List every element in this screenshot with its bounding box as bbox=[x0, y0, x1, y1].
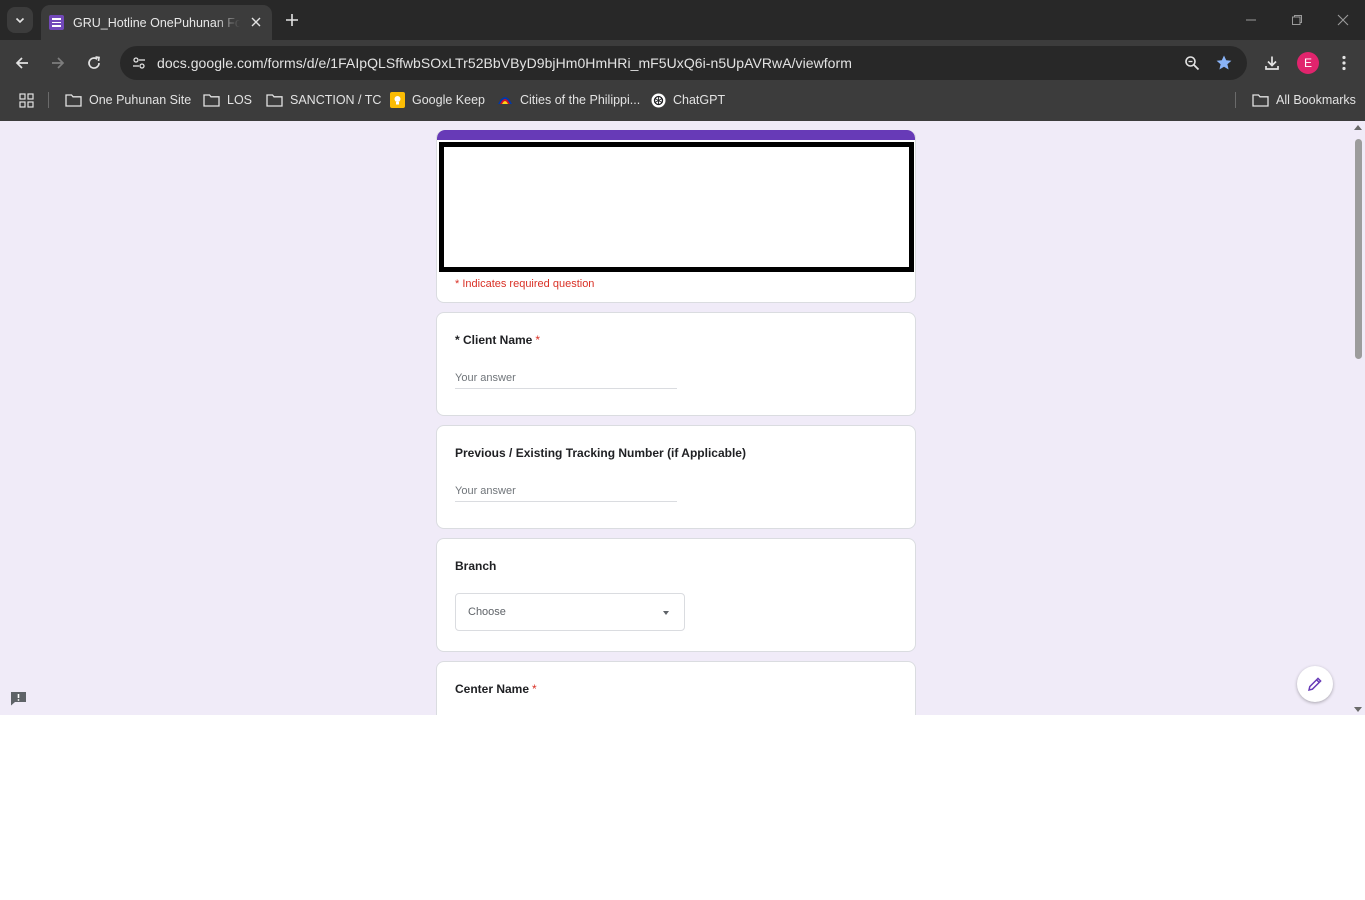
client-name-input[interactable]: Your answer bbox=[455, 369, 677, 389]
site-info-button[interactable] bbox=[128, 52, 150, 74]
url-text[interactable]: docs.google.com/forms/d/e/1FAIpQLSffwbSO… bbox=[157, 55, 852, 71]
page-scrollbar[interactable] bbox=[1351, 121, 1365, 715]
restore-icon bbox=[1292, 15, 1302, 25]
question-title-text: Branch bbox=[455, 559, 497, 573]
minimize-icon bbox=[1246, 19, 1256, 21]
tab-active[interactable]: GRU_Hotline OnePuhunan Form bbox=[41, 5, 272, 40]
tune-icon bbox=[133, 57, 145, 69]
close-icon[interactable] bbox=[249, 15, 263, 29]
philippines-flag-icon bbox=[497, 94, 513, 106]
browser-chrome: GRU_Hotline OnePuhunan Form docs.google.… bbox=[0, 0, 1365, 121]
bookmark-label: SANCTION / TC bbox=[290, 93, 382, 107]
download-icon bbox=[1265, 56, 1279, 70]
more-vert-icon bbox=[1342, 55, 1346, 71]
bookmark-star-button[interactable] bbox=[1212, 51, 1236, 75]
bookmark-sanction-tc[interactable]: SANCTION / TC bbox=[266, 86, 381, 114]
minimize-button[interactable] bbox=[1242, 11, 1260, 29]
bookmark-cities-of-the-philippines[interactable]: Cities of the Philippi... bbox=[497, 86, 640, 114]
question-title: * Client Name * bbox=[455, 333, 540, 347]
arrow-left-icon bbox=[15, 57, 28, 69]
question-title: Center Name * bbox=[455, 682, 537, 696]
reload-button[interactable] bbox=[82, 51, 106, 75]
question-card-client-name: * Client Name * Your answer bbox=[436, 312, 916, 416]
tracking-number-input[interactable]: Your answer bbox=[455, 482, 677, 502]
star-icon bbox=[1216, 55, 1232, 70]
folder-icon bbox=[266, 93, 283, 107]
question-card-center-name: Center Name * bbox=[436, 661, 916, 715]
forward-button[interactable] bbox=[46, 51, 70, 75]
bookmark-one-puhunan-site[interactable]: One Puhunan Site bbox=[65, 86, 191, 114]
pencil-icon bbox=[1307, 677, 1322, 692]
scroll-up-arrow-icon[interactable] bbox=[1354, 125, 1362, 130]
all-bookmarks-label: All Bookmarks bbox=[1276, 93, 1356, 107]
bookmark-google-keep[interactable]: Google Keep bbox=[390, 86, 485, 114]
report-abuse-icon[interactable] bbox=[10, 691, 27, 706]
tab-search-button[interactable] bbox=[7, 7, 33, 33]
form-accent-bar bbox=[437, 130, 915, 140]
profile-avatar[interactable]: E bbox=[1297, 52, 1319, 74]
tab-strip: GRU_Hotline OnePuhunan Form bbox=[0, 0, 1365, 40]
required-question-note: * Indicates required question bbox=[455, 278, 595, 290]
menu-button[interactable] bbox=[1332, 51, 1356, 75]
dropdown-value: Choose bbox=[468, 606, 506, 618]
question-card-tracking-number: Previous / Existing Tracking Number (if … bbox=[436, 425, 916, 529]
required-asterisk: * bbox=[532, 682, 537, 696]
branch-dropdown[interactable]: Choose bbox=[455, 593, 685, 631]
required-asterisk: * bbox=[535, 333, 541, 347]
new-tab-button[interactable] bbox=[283, 11, 301, 29]
folder-icon bbox=[1252, 93, 1269, 107]
page-viewport: * Indicates required question * Client N… bbox=[0, 121, 1365, 715]
bookmark-label: Cities of the Philippi... bbox=[520, 93, 641, 107]
downloads-button[interactable] bbox=[1260, 51, 1284, 75]
bookmark-chatgpt[interactable]: ChatGPT bbox=[651, 86, 725, 114]
zoom-icon bbox=[1185, 56, 1200, 71]
bookmark-los[interactable]: LOS bbox=[203, 86, 252, 114]
edit-button[interactable] bbox=[1297, 666, 1333, 702]
form-header-card: * Indicates required question bbox=[436, 130, 916, 303]
all-bookmarks-button[interactable]: All Bookmarks bbox=[1252, 86, 1356, 114]
plus-icon bbox=[286, 14, 298, 26]
folder-icon bbox=[65, 93, 82, 107]
chevron-down-icon bbox=[15, 17, 25, 24]
question-title: Branch bbox=[455, 559, 496, 573]
bookmark-label: ChatGPT bbox=[673, 93, 726, 107]
close-icon bbox=[1337, 14, 1349, 26]
close-window-button[interactable] bbox=[1334, 11, 1352, 29]
bookmarks-bar: One Puhunan Site LOS SANCTION / TC Googl… bbox=[0, 86, 1365, 114]
bookmarks-divider bbox=[1235, 92, 1236, 108]
question-title: Previous / Existing Tracking Number (if … bbox=[455, 446, 746, 460]
google-forms-icon bbox=[49, 15, 64, 30]
question-card-branch: Branch Choose bbox=[436, 538, 916, 652]
scroll-down-arrow-icon[interactable] bbox=[1354, 707, 1362, 712]
question-title-text: Previous / Existing Tracking Number (if … bbox=[455, 446, 746, 460]
zoom-button[interactable] bbox=[1180, 51, 1204, 75]
question-title-text: Center Name bbox=[455, 682, 530, 696]
bookmark-label: LOS bbox=[227, 93, 253, 107]
folder-icon bbox=[203, 93, 220, 107]
reload-icon bbox=[88, 56, 100, 69]
arrow-right-icon bbox=[52, 57, 65, 69]
caret-down-icon bbox=[663, 611, 669, 615]
restore-button[interactable] bbox=[1288, 11, 1306, 29]
bookmark-label: Google Keep bbox=[412, 93, 485, 107]
scrollbar-thumb[interactable] bbox=[1355, 139, 1362, 359]
question-title-text: * Client Name bbox=[455, 333, 533, 347]
tab-title: GRU_Hotline OnePuhunan Form bbox=[73, 15, 240, 30]
google-keep-icon bbox=[390, 92, 405, 108]
chatgpt-icon bbox=[651, 93, 666, 108]
bookmark-label: One Puhunan Site bbox=[89, 93, 192, 107]
back-button[interactable] bbox=[10, 51, 34, 75]
redacted-title-area bbox=[439, 142, 914, 272]
